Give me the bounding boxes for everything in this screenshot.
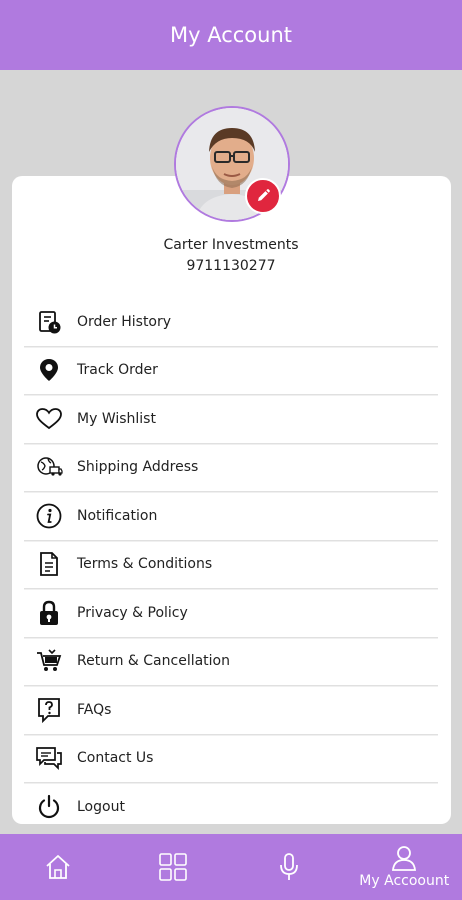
account-menu: Order History Track Order My Wishlist Sh… [24, 298, 438, 832]
menu-item-order-history[interactable]: Order History [24, 298, 438, 347]
nav-label: My Accoount [359, 873, 450, 889]
nav-voice-search[interactable] [231, 834, 347, 900]
bottom-navigation: My Accoount [0, 834, 462, 900]
chat-icon [34, 743, 64, 773]
cart-return-icon [34, 646, 64, 676]
microphone-icon [279, 853, 298, 880]
menu-item-contact-us[interactable]: Contact Us [24, 735, 438, 783]
menu-label: Terms & Conditions [77, 556, 213, 573]
profile-name: Carter Investments [163, 237, 299, 253]
grid-icon [159, 853, 188, 881]
menu-label: Logout [77, 799, 125, 816]
home-icon [46, 855, 70, 879]
menu-item-logout[interactable]: Logout [24, 783, 438, 832]
user-icon [392, 846, 417, 871]
menu-label: FAQs [77, 701, 112, 718]
menu-label: Order History [77, 313, 172, 330]
nav-my-account[interactable]: My Accoount [347, 834, 462, 900]
menu-label: Track Order [77, 362, 158, 379]
menu-item-terms-conditions[interactable]: Terms & Conditions [24, 541, 438, 589]
menu-item-my-wishlist[interactable]: My Wishlist [24, 395, 438, 444]
menu-label: Contact Us [77, 750, 154, 767]
nav-categories[interactable] [116, 834, 232, 900]
order-history-icon [34, 307, 64, 337]
shipping-icon [34, 452, 64, 482]
menu-item-faqs[interactable]: FAQs [24, 686, 438, 735]
pencil-icon [258, 189, 270, 201]
menu-label: Privacy & Policy [77, 604, 188, 621]
menu-item-privacy-policy[interactable]: Privacy & Policy [24, 589, 438, 638]
menu-item-track-order[interactable]: Track Order [24, 347, 438, 395]
app-header: My Account [0, 0, 462, 70]
menu-label: My Wishlist [77, 410, 156, 427]
menu-label: Return & Cancellation [77, 653, 230, 670]
edit-profile-button[interactable] [245, 178, 281, 214]
location-pin-icon [34, 355, 64, 385]
power-icon [34, 792, 64, 822]
nav-home[interactable] [0, 834, 116, 900]
menu-label: Notification [77, 507, 158, 524]
menu-item-return-cancellation[interactable]: Return & Cancellation [24, 638, 438, 686]
lock-icon [34, 598, 64, 628]
menu-label: Shipping Address [77, 459, 199, 476]
menu-item-notification[interactable]: Notification [24, 492, 438, 541]
question-icon [34, 695, 64, 725]
profile-phone: 9711130277 [186, 258, 276, 274]
info-icon [34, 501, 64, 531]
page-title: My Account [169, 23, 292, 47]
document-icon [34, 549, 64, 579]
heart-icon [34, 404, 64, 434]
menu-item-shipping-address[interactable]: Shipping Address [24, 444, 438, 492]
